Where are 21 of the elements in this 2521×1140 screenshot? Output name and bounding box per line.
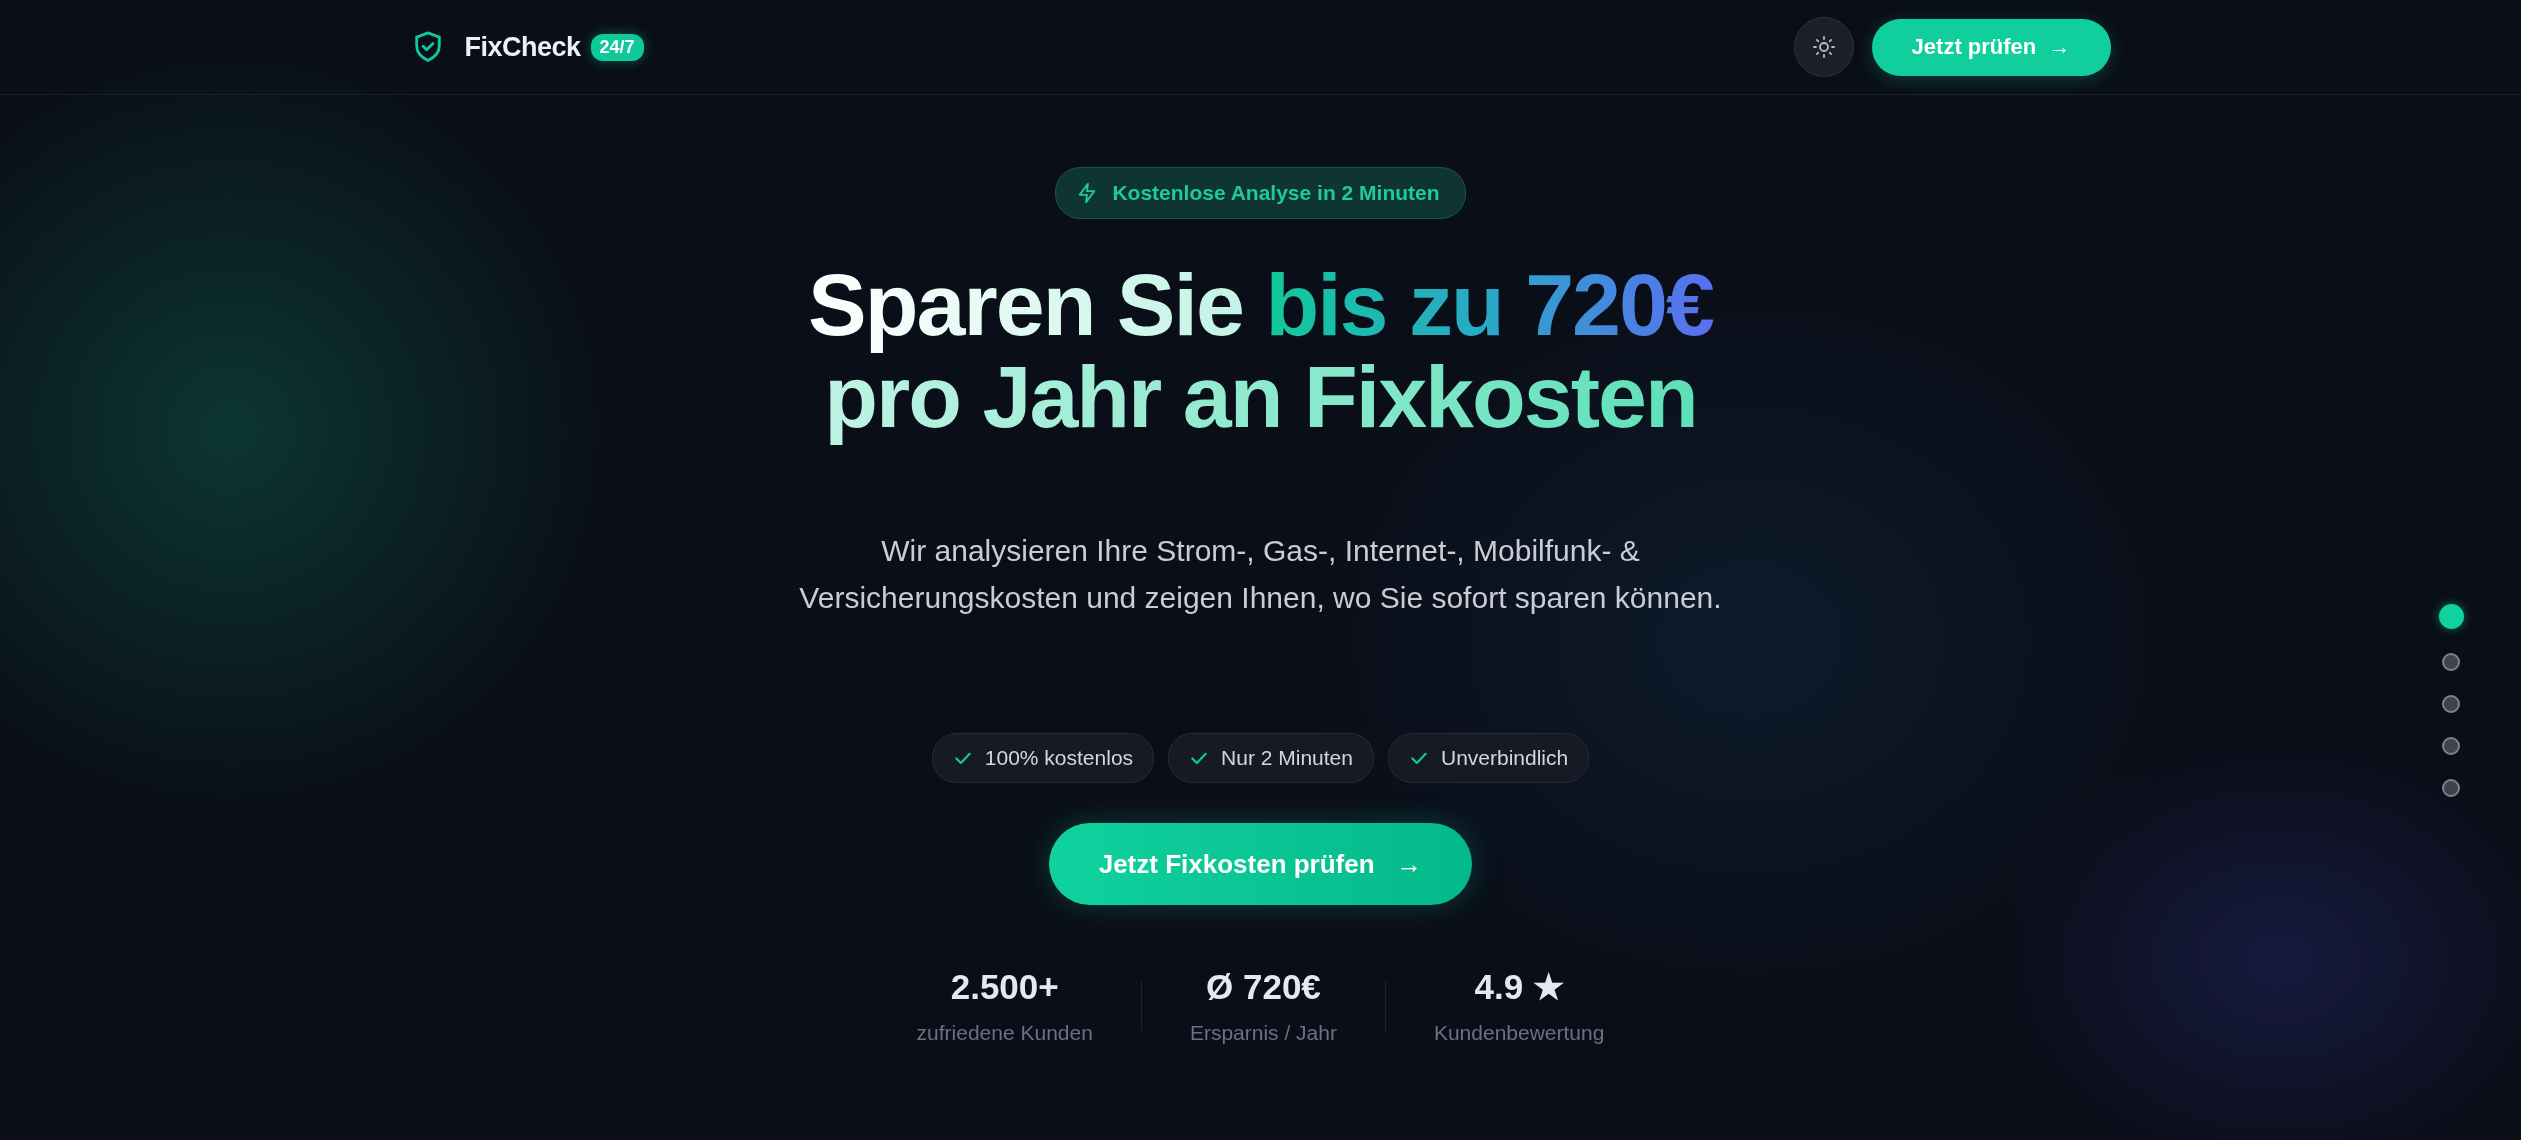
feature-text: Unverbindlich bbox=[1440, 746, 1569, 770]
section-dot[interactable] bbox=[2438, 604, 2464, 629]
subtitle: Wir analysieren Ihre Strom-, Gas-, Internet-, Mobilfunk- & Versicherungskosten und zeigen Ihnen, wo Sie sofort sparen können. bbox=[798, 533, 1723, 616]
brand-name: FixCheck bbox=[464, 31, 581, 63]
stat-label: Ersparnis / Jahr bbox=[1189, 1021, 1337, 1045]
section-dot[interactable] bbox=[2442, 737, 2460, 755]
section-dot[interactable] bbox=[2442, 695, 2460, 713]
stat-label: Kundenbewertung bbox=[1433, 1021, 1605, 1045]
feature-text: 100% kostenlos bbox=[984, 746, 1134, 770]
badge-text: Kostenlose Analyse in 2 Minuten bbox=[1112, 181, 1440, 205]
stat-value: 2.500+ bbox=[950, 967, 1059, 1007]
check-now-button[interactable]: Jetzt prüfen → bbox=[1871, 18, 2111, 76]
stat-value: Ø 720€ bbox=[1206, 967, 1321, 1007]
stat-value: 4.9 ★ bbox=[1474, 967, 1564, 1007]
brand-badge: 24/7 bbox=[590, 33, 644, 61]
section-dot[interactable] bbox=[2442, 653, 2460, 671]
feature-text: Nur 2 Minuten bbox=[1221, 746, 1353, 770]
sun-icon bbox=[1811, 35, 1836, 59]
check-costs-button[interactable]: Jetzt Fixkosten prüfen → bbox=[1048, 823, 1473, 905]
section-dot[interactable] bbox=[2442, 779, 2460, 797]
stat-label: zufriedene Kunden bbox=[916, 1021, 1093, 1045]
